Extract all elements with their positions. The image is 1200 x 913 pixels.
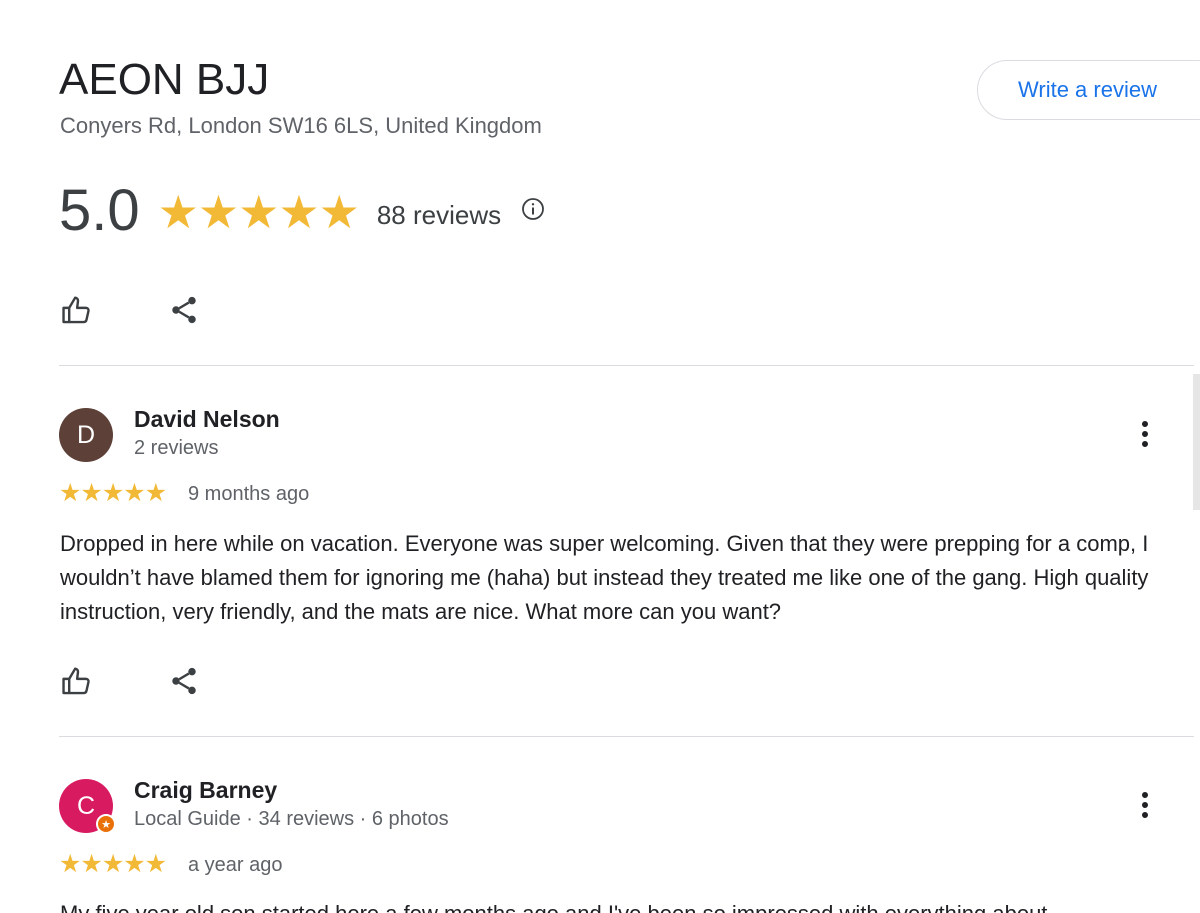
reviewer-meta[interactable]: 2 reviews [134, 437, 218, 460]
thumbs-up-icon [62, 667, 90, 695]
review-more-button[interactable] [1130, 414, 1160, 454]
rating-stars: ★★★★★ [157, 186, 360, 238]
reviewer-meta[interactable]: Local Guide · 34 reviews · 6 photos [134, 808, 449, 831]
place-title: AEON BJJ [59, 55, 270, 104]
place-address: Conyers Rd, London SW16 6LS, United King… [60, 113, 542, 138]
thumbs-up-icon [62, 296, 90, 324]
review-text: My five year old son started here a few … [60, 897, 1160, 913]
review-more-button[interactable] [1130, 785, 1160, 825]
write-review-button[interactable]: Write a review [977, 60, 1200, 120]
share-icon [172, 296, 196, 324]
reviews-panel: AEON BJJ Conyers Rd, London SW16 6LS, Un… [0, 0, 1200, 913]
avatar-letter: D [76, 420, 96, 449]
avatar-letter: C [76, 791, 96, 820]
reviewer-name[interactable]: Craig Barney [134, 777, 277, 804]
local-guide-badge-icon: ★ [96, 814, 116, 834]
avatar[interactable]: D [59, 408, 113, 462]
like-place-button[interactable] [57, 290, 97, 330]
divider [59, 736, 1194, 737]
share-place-button[interactable] [164, 290, 204, 330]
review-time: a year ago [188, 854, 283, 876]
review-time: 9 months ago [188, 483, 310, 505]
review-stars: ★★★★★ [59, 479, 167, 507]
info-icon[interactable] [521, 197, 545, 221]
review-count[interactable]: 88 reviews [377, 200, 501, 231]
rating-summary: 5.0 ★★★★★ 88 reviews [59, 176, 545, 246]
rating-score: 5.0 [59, 178, 140, 243]
write-review-label: Write a review [1018, 77, 1157, 102]
avatar[interactable]: C ★ [59, 779, 116, 834]
more-vert-icon [1142, 421, 1148, 447]
review-share-button[interactable] [164, 661, 204, 701]
reviewer-name[interactable]: David Nelson [134, 406, 280, 433]
share-icon [172, 667, 196, 695]
review-text: Dropped in here while on vacation. Every… [60, 531, 1149, 624]
review-like-button[interactable] [57, 661, 97, 701]
divider [59, 365, 1194, 366]
scrollbar[interactable] [1193, 374, 1200, 510]
more-vert-icon [1142, 792, 1148, 818]
review-stars: ★★★★★ [59, 850, 167, 878]
